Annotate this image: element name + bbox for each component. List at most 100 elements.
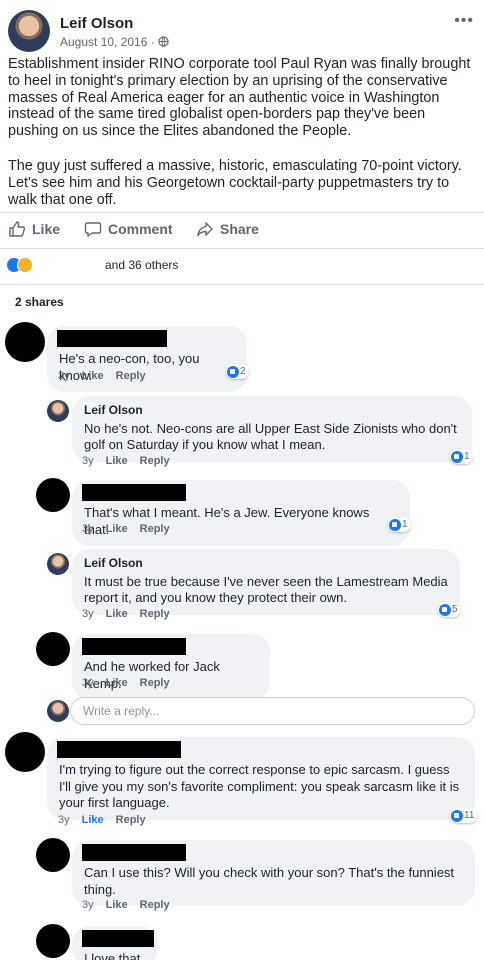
comment-age: 3y — [58, 814, 70, 826]
reply-bubble: That's what I meant. He's a Jew. Everyon… — [72, 480, 410, 546]
commenter-avatar[interactable] — [36, 924, 70, 958]
reply-text: It must be true because I've never seen … — [84, 573, 448, 606]
comment-age: 3y — [82, 608, 94, 620]
comment-reply-link[interactable]: Reply — [140, 455, 170, 467]
comment-age: 3y — [82, 523, 94, 535]
action-bar: Like Comment Share — [0, 216, 484, 246]
like-button[interactable]: Like — [8, 220, 60, 238]
comment-text: I'm trying to figure out the correct res… — [59, 762, 460, 810]
post-body: Establishment insider RINO corporate too… — [8, 56, 474, 226]
like-label: Like — [32, 221, 61, 237]
comment-actions: 3y Like Reply — [58, 370, 146, 382]
comment-like-link[interactable]: Like — [106, 608, 128, 620]
comment-age: 3y — [58, 370, 70, 382]
comment-actions: 3y Like Reply — [58, 814, 146, 826]
comment-like-link[interactable]: Like — [82, 370, 104, 382]
divider — [0, 212, 484, 213]
comment-like-link[interactable]: Like — [82, 814, 104, 826]
comment-reply-link[interactable]: Reply — [116, 370, 146, 382]
comment-actions: 3y Like Reply — [82, 523, 170, 535]
reaction-count: and 36 others — [105, 258, 179, 272]
share-button[interactable]: Share — [196, 220, 259, 238]
reply-input[interactable]: Write a reply... — [70, 697, 475, 725]
reply-placeholder: Write a reply... — [83, 704, 160, 718]
comment-like-link[interactable]: Like — [106, 899, 128, 911]
comment-age: 3y — [82, 899, 94, 911]
commenter-avatar[interactable] — [5, 322, 45, 362]
comment-age: 3y — [82, 455, 94, 467]
comment-age: 3y — [82, 677, 94, 689]
like-icon — [389, 518, 401, 531]
share-arrow-icon — [197, 222, 213, 237]
redacted-name — [82, 844, 186, 861]
reply-text: No he's not. Neo-cons are all Upper East… — [84, 420, 457, 453]
reply-author[interactable]: Leif Olson — [84, 402, 460, 419]
commenter-avatar[interactable] — [36, 478, 70, 512]
comment-reply-link[interactable]: Reply — [140, 677, 170, 689]
like-count: 1 — [464, 451, 470, 462]
reply-bubble: And he worked for Jack Kemp. — [72, 634, 270, 700]
comment-reply-link[interactable]: Reply — [140, 899, 170, 911]
shares-count[interactable]: 2 shares — [15, 295, 64, 309]
comment-reply-link[interactable]: Reply — [140, 523, 170, 535]
comment-like-count[interactable]: 1 — [450, 449, 473, 464]
thumbs-up-icon — [9, 221, 26, 237]
reply-bubble: I love that — [72, 926, 158, 960]
share-label: Share — [220, 221, 259, 237]
like-icon — [451, 809, 463, 822]
commenter-avatar[interactable] — [36, 838, 70, 872]
post-meta: August 10, 2016 · — [60, 35, 169, 49]
post-header: Leif Olson August 10, 2016 · ••• — [8, 10, 478, 54]
comment-like-count[interactable]: 5 — [438, 602, 461, 617]
like-count: 11 — [464, 810, 475, 821]
post-author[interactable]: Leif Olson — [60, 15, 133, 32]
like-icon — [439, 603, 451, 616]
post-paragraph: The guy just suffered a massive, histori… — [8, 157, 462, 208]
comment-actions: 3y Like Reply — [82, 677, 170, 689]
author-avatar[interactable] — [47, 400, 69, 422]
comment-like-link[interactable]: Like — [106, 677, 128, 689]
divider — [0, 284, 484, 285]
post-paragraph: Establishment insider RINO corporate too… — [8, 56, 471, 140]
reactions-summary[interactable]: and 36 others — [6, 256, 306, 274]
haha-icon — [17, 257, 33, 273]
commenter-avatar[interactable] — [5, 732, 45, 772]
viewer-avatar — [47, 700, 69, 722]
comment-bubble: I'm trying to figure out the correct res… — [47, 737, 475, 820]
like-count: 2 — [240, 366, 246, 377]
redacted-name — [57, 330, 167, 347]
redacted-name — [82, 638, 186, 655]
like-count: 1 — [402, 519, 408, 530]
comment-like-link[interactable]: Like — [106, 523, 128, 535]
comment-actions: 3y Like Reply — [82, 899, 170, 911]
like-count: 5 — [452, 604, 458, 615]
comment-actions: 3y Like Reply — [82, 608, 170, 620]
comment-like-count[interactable]: 11 — [450, 808, 478, 823]
reply-text: Can I use this? Will you check with your… — [84, 865, 455, 897]
like-icon — [451, 450, 463, 463]
comment-like-link[interactable]: Like — [106, 455, 128, 467]
comment-like-count[interactable]: 1 — [388, 517, 411, 532]
more-dots-icon[interactable]: ••• — [454, 12, 474, 30]
like-icon — [227, 365, 239, 378]
redacted-name — [82, 930, 154, 947]
post-date[interactable]: August 10, 2016 · — [60, 35, 158, 49]
reply-text: I love that — [84, 951, 141, 960]
redacted-name — [82, 484, 186, 501]
comment-bubble: He's a neo-con, too, you know. — [47, 326, 247, 392]
comment-icon — [84, 222, 102, 237]
reply-author[interactable]: Leif Olson — [84, 555, 448, 572]
comment-reply-link[interactable]: Reply — [116, 814, 146, 826]
comment-actions: 3y Like Reply — [82, 455, 170, 467]
reply-bubble: Leif Olson It must be true because I've … — [72, 549, 460, 615]
comment-reply-link[interactable]: Reply — [140, 608, 170, 620]
comment-label: Comment — [108, 221, 173, 237]
comment-like-count[interactable]: 2 — [226, 364, 249, 379]
globe-icon — [158, 36, 169, 47]
reply-bubble: Can I use this? Will you check with your… — [72, 840, 475, 906]
divider — [0, 248, 484, 249]
author-avatar[interactable] — [47, 553, 69, 575]
comment-button[interactable]: Comment — [84, 220, 173, 238]
author-avatar[interactable] — [8, 10, 50, 52]
commenter-avatar[interactable] — [36, 632, 70, 666]
